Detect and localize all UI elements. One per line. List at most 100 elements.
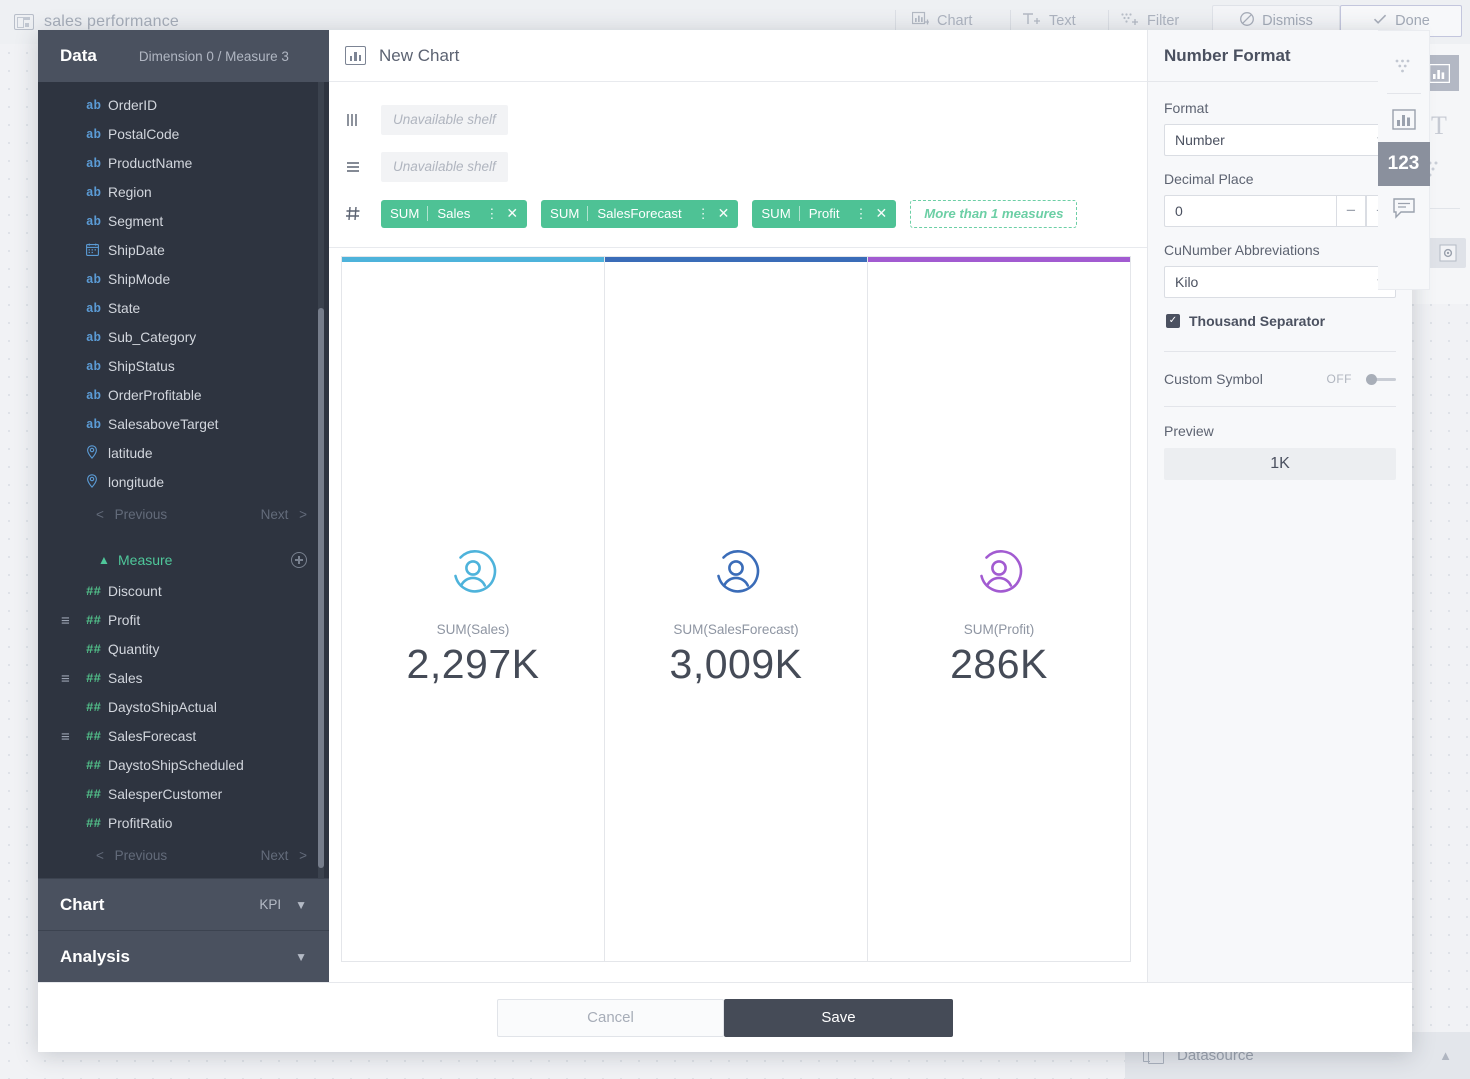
- dimension-previous-button[interactable]: < Previous: [96, 507, 167, 522]
- rows-shelf-placeholder: Unavailable shelf: [381, 151, 508, 182]
- thousand-separator-row[interactable]: ✓ Thousand Separator: [1166, 313, 1396, 329]
- properties-rail: 123: [1377, 30, 1430, 290]
- format-select[interactable]: Number ▼: [1164, 124, 1396, 156]
- measure-type-icon: ##: [86, 642, 102, 657]
- dimension-field-region[interactable]: ab Region: [38, 178, 329, 207]
- dimension-previous-label: Previous: [114, 506, 168, 522]
- abbreviations-select[interactable]: Kilo ▼: [1164, 266, 1396, 298]
- measure-field-salesforecast[interactable]: ≡ ## SalesForecast: [38, 722, 329, 751]
- preview-value: 1K: [1164, 448, 1396, 480]
- rail-tooltip-icon[interactable]: [1378, 186, 1430, 230]
- dimension-field-orderprofitable[interactable]: ab OrderProfitable: [38, 381, 329, 410]
- field-label: ProfitRatio: [108, 816, 173, 831]
- chart-type-value: KPI: [259, 897, 282, 912]
- rail-chart-icon[interactable]: [1378, 98, 1430, 142]
- data-sidebar: Data Dimension 0 / Measure 3 ab OrderID ab…: [38, 30, 329, 982]
- shelf-row-measures[interactable]: SUM Sales ⋮ ✕ SUM SalesForecast ⋮ ✕ SUM Profit ⋮ ✕ …: [329, 190, 1147, 237]
- calendar-icon: [86, 243, 108, 259]
- dimension-field-shipmode[interactable]: ab ShipMode: [38, 265, 329, 294]
- measure-type-icon: ##: [86, 613, 102, 628]
- measure-field-salespercustomer[interactable]: ## SalesperCustomer: [38, 780, 329, 809]
- measure-group-header[interactable]: ▲ Measure: [38, 543, 329, 577]
- dimension-field-salesabovetarget[interactable]: ab SalesaboveTarget: [38, 410, 329, 439]
- chevron-up-icon[interactable]: ▲: [1439, 1048, 1452, 1063]
- measure-field-profit[interactable]: ≡ ## Profit: [38, 606, 329, 635]
- abbreviations-label: CuNumber Abbreviations: [1164, 242, 1320, 258]
- dimension-field-shipdate[interactable]: ShipDate: [38, 236, 329, 265]
- dimension-field-longitude[interactable]: longitude: [38, 468, 329, 497]
- measure-field-daystoshipactual[interactable]: ## DaystoShipActual: [38, 693, 329, 722]
- pill-menu-icon[interactable]: ⋮: [479, 206, 504, 222]
- measure-pill-salesforecast[interactable]: SUM SalesForecast ⋮ ✕: [541, 199, 739, 228]
- measure-field-profitratio[interactable]: ## ProfitRatio: [38, 809, 329, 838]
- measure-field-quantity[interactable]: ## Quantity: [38, 635, 329, 664]
- chart-editor-center: New Chart Unavailable shelf Unavailable …: [329, 30, 1147, 982]
- dimension-next-button[interactable]: Next >: [261, 507, 307, 522]
- rail-filter-icon[interactable]: [1378, 45, 1430, 89]
- text-type-icon: ab: [86, 388, 102, 403]
- kpi-card[interactable]: SUM(Sales) 2,297K: [342, 257, 605, 961]
- text-type-icon: ab: [86, 330, 102, 345]
- format-select-value: Number: [1175, 132, 1225, 148]
- pill-menu-icon[interactable]: ⋮: [848, 206, 873, 222]
- chart-section-header[interactable]: Chart KPI ▼: [38, 878, 329, 930]
- text-type-icon: ab: [86, 185, 102, 200]
- measure-field-daystoshipscheduled[interactable]: ## DaystoShipScheduled: [38, 751, 329, 780]
- check-icon: [1372, 11, 1388, 31]
- pill-remove-icon[interactable]: ✕: [504, 205, 518, 222]
- dimension-field-postalcode[interactable]: ab PostalCode: [38, 120, 329, 149]
- cancel-button[interactable]: Cancel: [497, 998, 724, 1037]
- pill-remove-icon[interactable]: ✕: [716, 205, 730, 222]
- properties-body: Format Number ▼ Decimal Place 0 − + CuNu…: [1148, 82, 1412, 982]
- measure-pill-profit[interactable]: SUM Profit ⋮ ✕: [752, 199, 897, 228]
- shelf-row-rows[interactable]: Unavailable shelf: [329, 143, 1147, 190]
- field-label: Sales: [108, 671, 143, 686]
- measure-type-icon: ##: [86, 787, 102, 802]
- custom-symbol-row[interactable]: Custom Symbol OFF: [1164, 352, 1396, 406]
- dimension-field-state[interactable]: ab State: [38, 294, 329, 323]
- properties-title: Number Format: [1164, 45, 1291, 65]
- analysis-section-header[interactable]: Analysis ▼: [38, 930, 329, 982]
- measure-field-discount[interactable]: ## Discount: [38, 577, 329, 606]
- chart-title[interactable]: New Chart: [379, 46, 459, 66]
- text-type-icon: ab: [86, 98, 102, 113]
- kpi-card[interactable]: SUM(SalesForecast) 3,009K: [605, 257, 868, 961]
- decimal-place-stepper[interactable]: 0 − +: [1164, 195, 1396, 227]
- decimal-decrement-button[interactable]: −: [1336, 195, 1366, 227]
- measure-field-sales[interactable]: ≡ ## Sales: [38, 664, 329, 693]
- measure-type-icon: ##: [86, 671, 102, 686]
- field-label: SalesForecast: [108, 729, 197, 744]
- measure-pill-sales[interactable]: SUM Sales ⋮ ✕: [381, 199, 528, 228]
- dimension-field-productname[interactable]: ab ProductName: [38, 149, 329, 178]
- measure-type-icon: ##: [86, 729, 102, 744]
- plus-circle-icon[interactable]: [291, 552, 307, 568]
- toggle-knob[interactable]: [1366, 374, 1377, 385]
- dimension-field-orderid[interactable]: ab OrderID: [38, 91, 329, 120]
- chart-add-icon: [911, 11, 930, 31]
- kpi-card[interactable]: SUM(Profit) 286K: [868, 257, 1130, 961]
- pill-menu-icon[interactable]: ⋮: [691, 206, 716, 222]
- data-panel-title: Data: [60, 46, 97, 65]
- rail-number-format-icon[interactable]: 123: [1377, 142, 1430, 186]
- dimension-field-segment[interactable]: ab Segment: [38, 207, 329, 236]
- custom-symbol-toggle[interactable]: [1360, 373, 1396, 385]
- text-add-icon: [1022, 11, 1041, 31]
- custom-symbol-label: Custom Symbol: [1164, 371, 1263, 387]
- shelf-row-columns[interactable]: Unavailable shelf: [329, 96, 1147, 143]
- measure-previous-button[interactable]: < Previous: [96, 848, 167, 863]
- dimension-field-latitude[interactable]: latitude: [38, 439, 329, 468]
- dialog-footer: Cancel Save: [38, 982, 1412, 1052]
- dimension-field-shipstatus[interactable]: ab ShipStatus: [38, 352, 329, 381]
- measure-next-button[interactable]: Next >: [261, 848, 307, 863]
- pill-aggregation: SUM: [761, 206, 791, 221]
- dimension-field-sub_category[interactable]: ab Sub_Category: [38, 323, 329, 352]
- measures-dropzone[interactable]: More than 1 measures: [910, 199, 1078, 228]
- dimension-measure-count: Dimension 0 / Measure 3: [138, 48, 289, 64]
- pill-remove-icon[interactable]: ✕: [873, 205, 887, 222]
- save-button[interactable]: Save: [724, 998, 953, 1037]
- measure-shelf-icon: [345, 206, 381, 221]
- decimal-place-input[interactable]: 0: [1164, 195, 1336, 227]
- thousand-separator-checkbox[interactable]: ✓: [1166, 314, 1180, 328]
- text-type-icon: ab: [86, 156, 102, 171]
- toolbar-divider: [1010, 10, 1011, 32]
